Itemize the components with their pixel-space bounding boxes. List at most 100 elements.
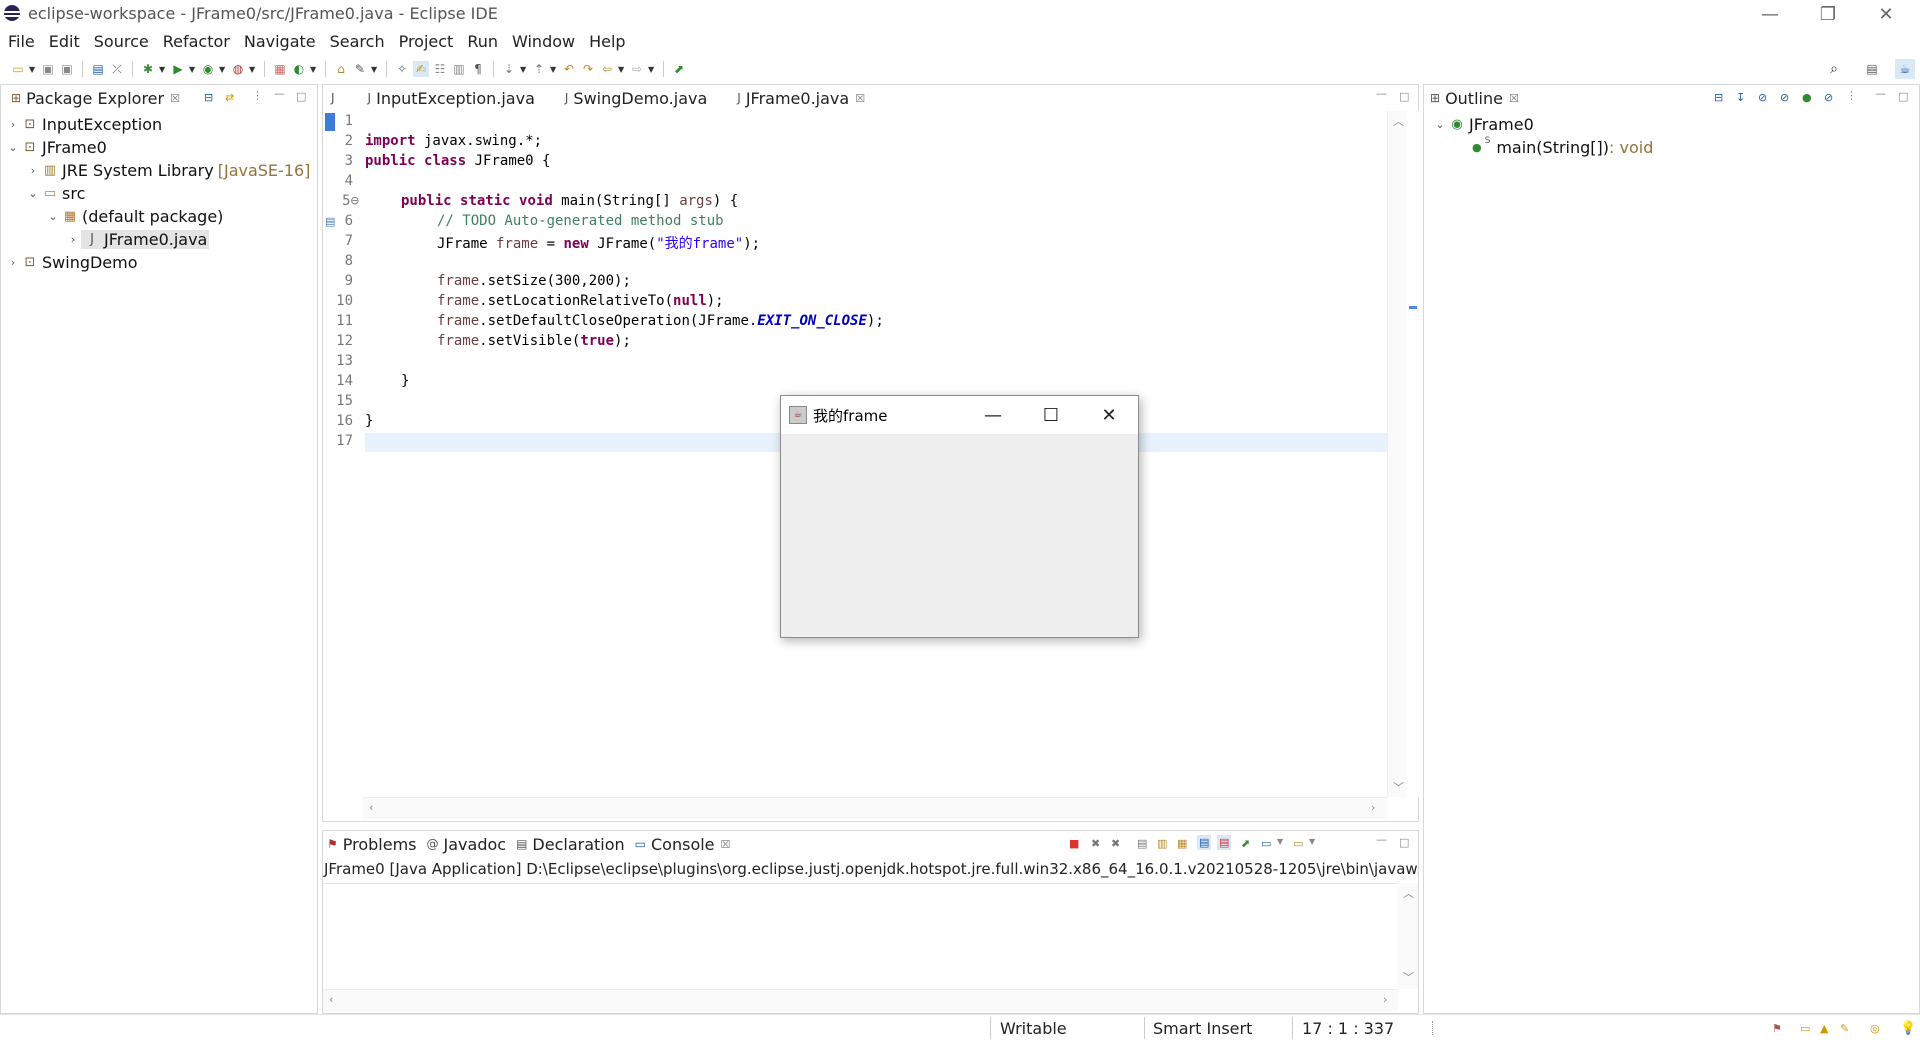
debug-dropdown-icon[interactable]: ▼	[159, 65, 167, 74]
scroll-left-icon[interactable]: ‹	[329, 993, 333, 1006]
book-icon[interactable]: ▭	[1800, 1022, 1810, 1035]
code-line-11[interactable]: frame.setDefaultCloseOperation(JFrame.EX…	[437, 313, 884, 329]
menu-file[interactable]: File	[8, 32, 35, 51]
chevron-down-icon[interactable]: ⌄	[1432, 118, 1448, 131]
menu-edit[interactable]: Edit	[49, 32, 80, 51]
open-console-dropdown-icon[interactable]: ▼	[1309, 837, 1315, 846]
hide-fields-icon[interactable]: ⊘	[1758, 91, 1767, 104]
link-with-editor-icon[interactable]: ⇄	[225, 91, 234, 104]
remove-all-terminated-icon[interactable]: ✖	[1111, 837, 1120, 850]
maximize-view-icon[interactable]: □	[1399, 90, 1409, 103]
forward-icon[interactable]: ⇨	[629, 61, 645, 77]
maximize-view-icon[interactable]: □	[296, 90, 306, 103]
code-line-7[interactable]: JFrame frame = new JFrame("我的frame");	[437, 233, 760, 253]
hide-local-types-icon[interactable]: ⊘	[1824, 91, 1833, 104]
run-icon[interactable]: ▶	[170, 61, 186, 77]
code-line-12[interactable]: frame.setVisible(true);	[437, 333, 631, 349]
terminal-icon[interactable]: ▤	[90, 61, 106, 77]
overview-ruler[interactable]	[1407, 111, 1419, 797]
block-selection-icon[interactable]: ▥	[451, 61, 467, 77]
chevron-down-icon[interactable]: ⌄	[25, 187, 41, 200]
scroll-down-icon[interactable]: ﹀	[1393, 779, 1404, 795]
chevron-right-icon[interactable]: ›	[25, 164, 41, 177]
trim-stack-icon[interactable]: ⚑	[1772, 1022, 1782, 1035]
scroll-right-icon[interactable]: ›	[1383, 993, 1387, 1006]
previous-annotation-icon[interactable]: ⇡	[531, 61, 547, 77]
tab-declaration[interactable]: ▤ Declaration	[510, 831, 629, 857]
back-icon[interactable]: ⇦	[599, 61, 615, 77]
open-perspective-icon[interactable]: ▤	[1864, 61, 1880, 77]
code-line-10[interactable]: frame.setLocationRelativeTo(null);	[437, 293, 724, 309]
debug-icon[interactable]: ✱	[140, 61, 156, 77]
search-icon[interactable]: ⌕	[1826, 61, 1842, 77]
menu-refactor[interactable]: Refactor	[163, 32, 230, 51]
last-edit-icon[interactable]: ↶	[561, 61, 577, 77]
code-line-6[interactable]: // TODO Auto-generated method stub	[437, 213, 724, 229]
scroll-right-icon[interactable]: ›	[1371, 801, 1375, 814]
show-on-stdout-icon[interactable]: ▤	[1197, 835, 1212, 850]
menu-search[interactable]: Search	[330, 32, 385, 51]
terminate-icon[interactable]: ■	[1069, 837, 1079, 850]
tab-package-explorer[interactable]: ⊞ Package Explorer ☒	[1, 85, 190, 111]
restore-button[interactable]: ❐	[1799, 0, 1857, 28]
vertical-scrollbar[interactable]: ︿ ﹀	[1387, 111, 1407, 797]
scroll-lock-icon[interactable]: ▥	[1157, 837, 1167, 850]
pin-console-icon[interactable]: ⬈	[1241, 837, 1250, 850]
swing-maximize-button[interactable]: ☐	[1022, 396, 1080, 434]
new-class-icon[interactable]: ◐	[291, 61, 307, 77]
external-tools-dropdown-icon[interactable]: ▼	[249, 65, 257, 74]
code-line-16[interactable]: }	[365, 413, 373, 429]
overview-marker[interactable]	[1409, 306, 1417, 309]
console-horizontal-scrollbar[interactable]: ‹ ›	[323, 989, 1398, 1011]
tab-javadoc[interactable]: @ Javadoc	[421, 831, 511, 857]
status-cursor-position[interactable]: 17 : 1 : 337	[1302, 1019, 1394, 1038]
console-output[interactable]	[323, 883, 1398, 983]
minimize-view-icon[interactable]: —	[1376, 87, 1387, 100]
save-all-icon[interactable]: ▣	[59, 61, 75, 77]
tree-item-swingdemo[interactable]: › ⊡ SwingDemo	[5, 251, 138, 273]
toggle-breadcrumb-icon[interactable]: ☷	[432, 61, 448, 77]
tab-problems[interactable]: ⚑ Problems	[323, 831, 421, 857]
new-class-dropdown-icon[interactable]: ▼	[310, 65, 318, 74]
menu-run[interactable]: Run	[467, 32, 498, 51]
show-on-stderr-icon[interactable]: ▤	[1217, 835, 1232, 850]
forward-dropdown-icon[interactable]: ▼	[648, 65, 656, 74]
coverage-icon[interactable]: ◉	[200, 61, 216, 77]
next-annotation-icon[interactable]: ⇣	[501, 61, 517, 77]
tree-item-jre-library[interactable]: › ▥ JRE System Library [JavaSE-16]	[25, 159, 311, 181]
line-number-fold[interactable]: 5⊖	[329, 193, 359, 209]
pin-editor-icon[interactable]: ⬈	[671, 61, 687, 77]
previous-annotation-dropdown-icon[interactable]: ▼	[550, 65, 558, 74]
close-icon[interactable]: ☒	[170, 92, 180, 105]
close-icon[interactable]: ☒	[721, 838, 731, 851]
tree-item-jframe0-java[interactable]: › J JFrame0.java	[65, 228, 210, 250]
menu-help[interactable]: Help	[589, 32, 625, 51]
editor-tab-overflow[interactable]: J	[323, 85, 348, 111]
display-console-dropdown-icon[interactable]: ▼	[1277, 837, 1283, 846]
save-icon[interactable]: ▣	[40, 61, 56, 77]
code-line-2[interactable]: import javax.swing.*;	[365, 133, 542, 149]
swing-frame-window[interactable]: ☕ 我的frame — ☐ ✕	[780, 395, 1139, 638]
java-perspective-icon[interactable]: ☕	[1895, 59, 1915, 79]
minimize-view-icon[interactable]: —	[1376, 833, 1387, 846]
sort-icon[interactable]: ↧	[1736, 91, 1745, 104]
close-icon[interactable]: ☒	[1509, 92, 1519, 105]
scroll-left-icon[interactable]: ‹	[369, 801, 373, 814]
hide-nonpublic-icon[interactable]: ●	[1802, 91, 1812, 104]
tree-item-src[interactable]: ⌄ ▭ src	[25, 182, 85, 204]
view-menu-icon[interactable]: ⋮	[1846, 89, 1857, 102]
tips-icon[interactable]: ✎	[1840, 1022, 1849, 1035]
scroll-up-icon[interactable]: ︿	[1393, 113, 1404, 129]
new-java-project-icon[interactable]: ▦	[272, 61, 288, 77]
open-type-icon[interactable]: ⌂	[333, 61, 349, 77]
toggle-highlight-icon[interactable]: ✍	[413, 61, 429, 77]
toggle-mark-icon[interactable]: ✧	[394, 61, 410, 77]
maximize-view-icon[interactable]: □	[1399, 836, 1409, 849]
search-tool-dropdown-icon[interactable]: ▼	[371, 65, 379, 74]
menu-window[interactable]: Window	[512, 32, 575, 51]
close-button[interactable]: ✕	[1857, 0, 1915, 28]
collapse-all-icon[interactable]: ⊟	[204, 91, 213, 104]
clear-console-icon[interactable]: ▤	[1137, 837, 1147, 850]
console-vertical-scrollbar[interactable]: ︿ ﹀	[1398, 883, 1418, 989]
display-console-icon[interactable]: ▭	[1261, 837, 1271, 850]
